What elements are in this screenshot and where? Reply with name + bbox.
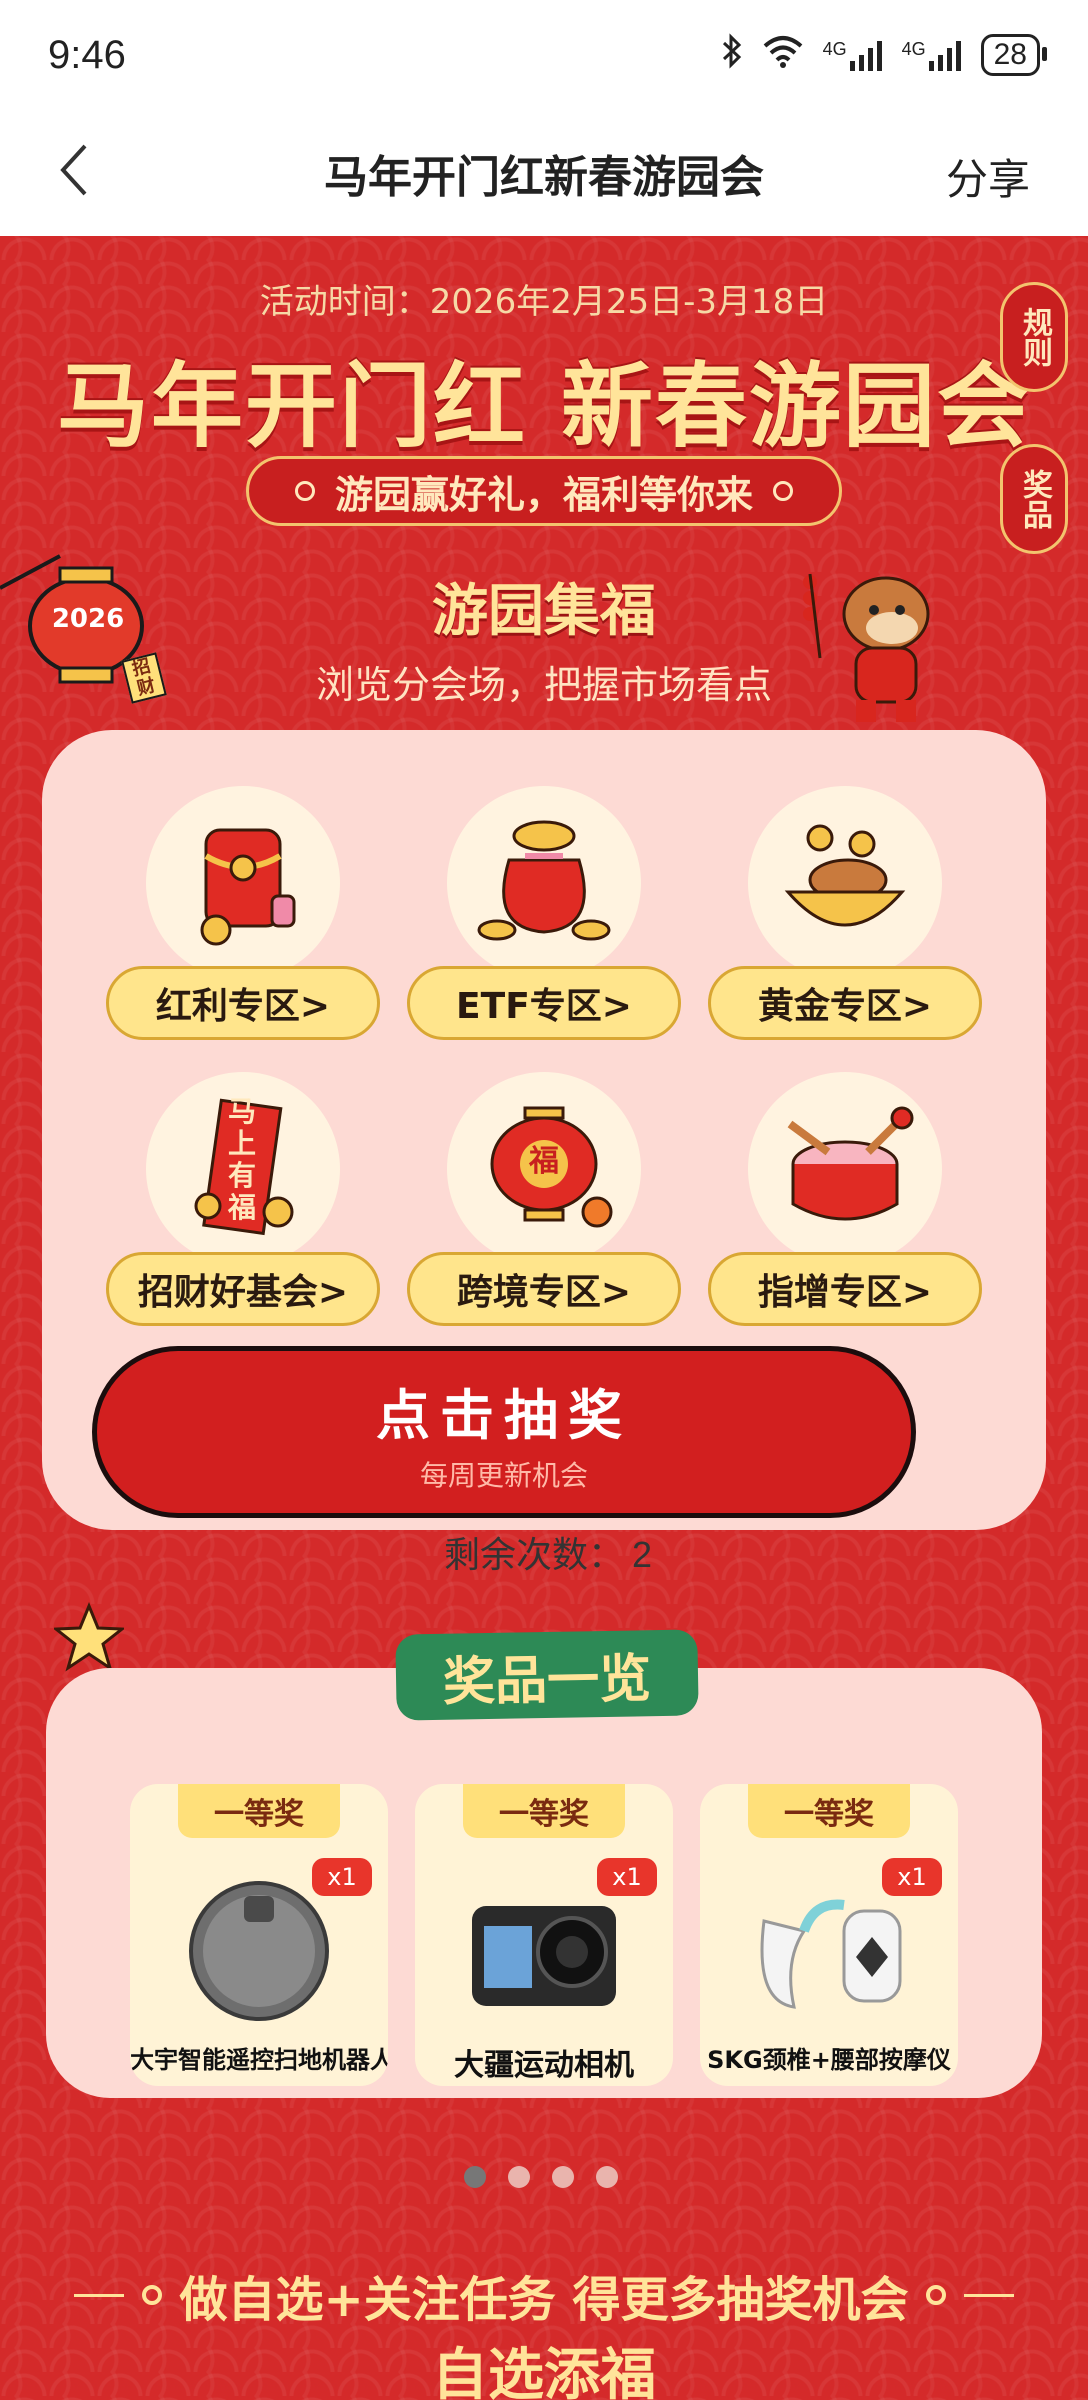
slogan-text: 游园赢好礼，福利等你来 bbox=[334, 472, 753, 517]
collect-section-title: 游园集福 bbox=[432, 579, 656, 644]
activity-page[interactable]: 活动时间：2026年2月25日-3月18日 马年开门红 新春游园会 游园赢好礼，… bbox=[0, 236, 1088, 2400]
page-title: 马年开门红新春游园会 bbox=[324, 152, 764, 203]
chevron-left-icon bbox=[60, 144, 87, 196]
ring-icon bbox=[926, 2285, 947, 2305]
scroll-icon: 马上有福 bbox=[146, 1072, 340, 1266]
network-type: 4G bbox=[901, 39, 926, 59]
divider bbox=[73, 2293, 124, 2297]
status-icons: 4G 4G 28 bbox=[721, 33, 1048, 77]
divider bbox=[964, 2293, 1015, 2297]
zone-label: ETF专区> bbox=[407, 966, 681, 1040]
star-decoration bbox=[51, 1602, 127, 1676]
zone-index-enhanced[interactable]: 指增专区> bbox=[708, 1072, 982, 1342]
ring-icon bbox=[141, 2285, 162, 2305]
task-banner-text: 做自选+关注任务 得更多抽奖机会 bbox=[179, 2272, 909, 2328]
remaining-label: 剩余次数： bbox=[443, 1534, 624, 1575]
battery-indicator: 28 bbox=[980, 34, 1048, 76]
network-type: 4G bbox=[822, 39, 847, 59]
red-envelope-icon bbox=[146, 786, 340, 980]
pager-dot[interactable] bbox=[508, 2166, 530, 2188]
zone-gold[interactable]: 黄金专区> bbox=[708, 786, 982, 1056]
rules-button[interactable]: 规则 bbox=[1000, 282, 1068, 392]
robot-vacuum-icon bbox=[170, 1876, 348, 2026]
prize-pager bbox=[464, 2166, 618, 2188]
zone-label: 招财好基会> bbox=[106, 1252, 380, 1326]
prize-tier-badge: 一等奖 bbox=[463, 1784, 625, 1838]
draw-button-sub: 每周更新机会 bbox=[419, 1458, 588, 1492]
prize-item[interactable]: 一等奖 x1 大宇智能遥控扫地机器人 bbox=[130, 1784, 388, 2086]
ring-icon bbox=[294, 481, 315, 501]
pager-dot[interactable] bbox=[596, 2166, 618, 2188]
prize-item[interactable]: 一等奖 x1 大疆运动相机 bbox=[415, 1784, 673, 2086]
zone-cross-border[interactable]: 福 跨境专区> bbox=[407, 1072, 681, 1342]
prize-tier-badge: 一等奖 bbox=[178, 1784, 340, 1838]
nav-bar: 马年开门红新春游园会 分享 bbox=[0, 110, 1088, 237]
draw-button-label: 点击抽奖 bbox=[376, 1383, 632, 1447]
drum-icon bbox=[748, 1072, 942, 1266]
prize-name: 大疆运动相机 bbox=[454, 2048, 634, 2083]
status-bar: 9:46 4G 4G 28 bbox=[0, 0, 1088, 110]
prizes-button[interactable]: 奖品 bbox=[1000, 444, 1068, 554]
slogan-banner: 游园赢好礼，福利等你来 bbox=[246, 456, 842, 526]
prize-item[interactable]: 一等奖 x1 SKG颈椎+腰部按摩仪 bbox=[700, 1784, 958, 2086]
neck-massager-icon bbox=[740, 1876, 918, 2026]
money-bag-icon bbox=[447, 786, 641, 980]
zone-label: 指增专区> bbox=[708, 1252, 982, 1326]
bluetooth-icon bbox=[721, 33, 743, 77]
pager-dot[interactable] bbox=[464, 2166, 486, 2188]
collect-section-subtitle: 浏览分会场，把握市场看点 bbox=[315, 663, 772, 707]
prize-tier-badge: 一等奖 bbox=[748, 1784, 910, 1838]
pager-dot[interactable] bbox=[552, 2166, 574, 2188]
headline: 马年开门红 新春游园会 bbox=[56, 353, 1032, 460]
ring-icon bbox=[773, 481, 793, 501]
signal-icon: 4G bbox=[823, 39, 884, 71]
action-camera-icon bbox=[455, 1876, 633, 2026]
prize-section-title: 奖品一览 bbox=[395, 1629, 699, 1721]
lantern-char: 福 bbox=[529, 1144, 559, 1179]
task-banner: 做自选+关注任务 得更多抽奖机会 bbox=[0, 2260, 1088, 2330]
zone-label: 黄金专区> bbox=[708, 966, 982, 1040]
share-button[interactable]: 分享 bbox=[946, 146, 1030, 207]
zone-fortune-fund[interactable]: 马上有福 招财好基会> bbox=[106, 1072, 380, 1342]
gold-ingot-icon bbox=[748, 786, 942, 980]
lantern-icon: 福 bbox=[447, 1072, 641, 1266]
status-time: 9:46 bbox=[48, 32, 126, 77]
remaining-value: 2 bbox=[631, 1534, 653, 1575]
remaining-chances: 剩余次数： 2 bbox=[0, 1526, 1088, 1578]
prize-name: SKG颈椎+腰部按摩仪 bbox=[707, 2046, 951, 2074]
watchlist-section-title: 自选添福 bbox=[432, 2343, 656, 2400]
zone-label: 红利专区> bbox=[106, 966, 380, 1040]
signal-icon: 4G bbox=[902, 39, 963, 71]
scroll-text: 马上有福 bbox=[227, 1095, 256, 1224]
zone-etf[interactable]: ETF专区> bbox=[407, 786, 681, 1056]
zone-dividend[interactable]: 红利专区> bbox=[106, 786, 380, 1056]
back-button[interactable] bbox=[44, 140, 104, 200]
lottery-draw-button[interactable]: 点击抽奖 每周更新机会 bbox=[92, 1346, 916, 1518]
zone-label: 跨境专区> bbox=[407, 1252, 681, 1326]
event-time: 活动时间：2026年2月25日-3月18日 bbox=[259, 282, 829, 322]
wifi-icon bbox=[761, 34, 805, 76]
prize-name: 大宇智能遥控扫地机器人 bbox=[130, 2046, 388, 2074]
